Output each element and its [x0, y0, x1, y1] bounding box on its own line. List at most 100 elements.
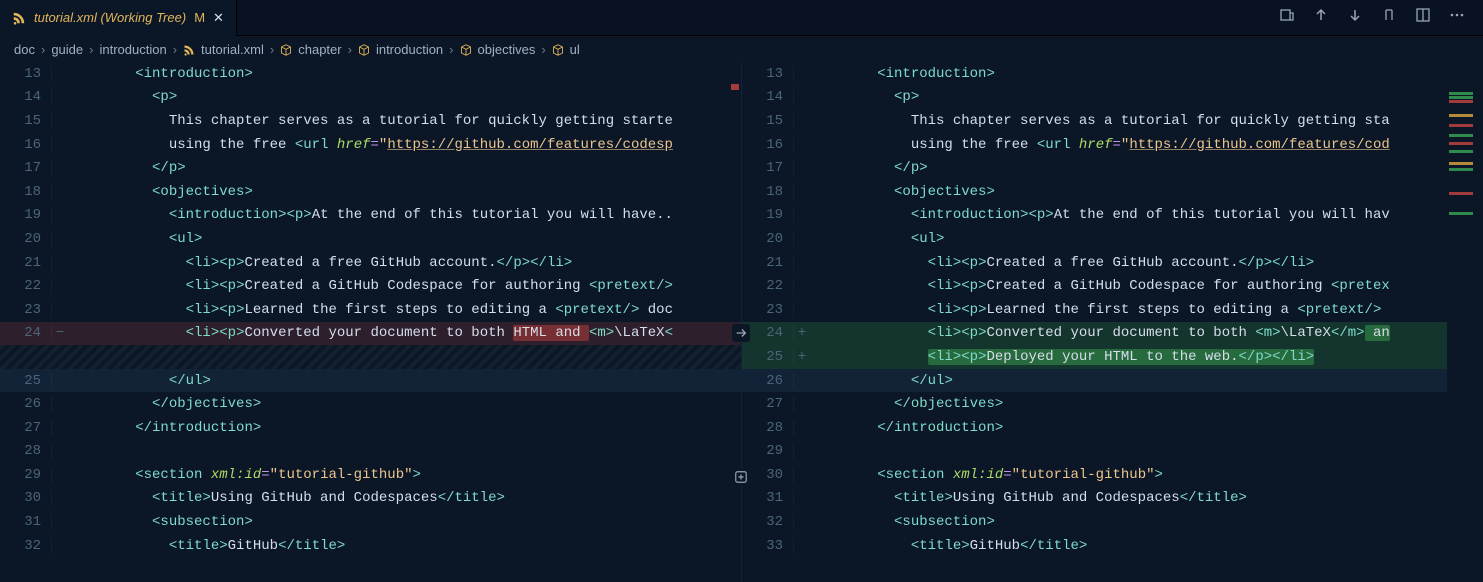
- code-line[interactable]: 28: [0, 440, 741, 464]
- code-line[interactable]: 26 </ul>: [742, 369, 1483, 393]
- code-content: <li><p>Converted your document to both H…: [68, 325, 741, 341]
- code-line[interactable]: 29: [742, 440, 1483, 464]
- code-content: </p>: [68, 160, 741, 176]
- code-content: <li><p>Learned the first steps to editin…: [68, 302, 741, 318]
- arrow-up-icon[interactable]: [1313, 7, 1329, 28]
- code-line[interactable]: [0, 345, 741, 369]
- line-number: 13: [0, 66, 52, 82]
- code-line[interactable]: 33 <title>GitHub</title>: [742, 534, 1483, 558]
- code-line[interactable]: 15 This chapter serves as a tutorial for…: [0, 109, 741, 133]
- code-line[interactable]: 25+ <li><p>Deployed your HTML to the web…: [742, 345, 1483, 369]
- code-line[interactable]: 21 <li><p>Created a free GitHub account.…: [0, 251, 741, 275]
- code-content: <p>: [68, 89, 741, 105]
- code-line[interactable]: 27 </introduction>: [0, 416, 741, 440]
- diff-pane-original[interactable]: 13 <introduction>14 <p>15 This chapter s…: [0, 62, 742, 582]
- code-line[interactable]: 29 <section xml:id="tutorial-github">: [0, 463, 741, 487]
- code-line[interactable]: 26 </objectives>: [0, 392, 741, 416]
- line-number: 17: [0, 160, 52, 176]
- chevron-right-icon: ›: [449, 42, 453, 57]
- split-editor-icon[interactable]: [1415, 7, 1431, 28]
- revert-arrow-icon[interactable]: [732, 324, 750, 342]
- diff-pane-modified[interactable]: 13 <introduction>14 <p>15 This chapter s…: [742, 62, 1483, 582]
- code-line[interactable]: 14 <p>: [0, 86, 741, 110]
- code-line[interactable]: 23 <li><p>Learned the first steps to edi…: [0, 298, 741, 322]
- code-line[interactable]: 17 </p>: [0, 156, 741, 180]
- code-line[interactable]: 23 <li><p>Learned the first steps to edi…: [742, 298, 1483, 322]
- code-line[interactable]: 16 using the free <url href="https://git…: [0, 133, 741, 157]
- code-content: <ul>: [68, 231, 741, 247]
- arrow-down-icon[interactable]: [1347, 7, 1363, 28]
- breadcrumb-item[interactable]: introduction: [99, 42, 166, 57]
- breadcrumb-item[interactable]: chapter: [298, 42, 341, 57]
- code-content: <li><p>Created a free GitHub account.</p…: [68, 255, 741, 271]
- whitespace-icon[interactable]: [1381, 7, 1397, 28]
- code-line[interactable]: 24− <li><p>Converted your document to bo…: [0, 322, 741, 346]
- code-content: [810, 443, 1483, 459]
- code-line[interactable]: 22 <li><p>Created a GitHub Codespace for…: [0, 274, 741, 298]
- collapse-plus-icon[interactable]: [732, 468, 750, 486]
- code-line[interactable]: 32 <title>GitHub</title>: [0, 534, 741, 558]
- line-number: 14: [0, 89, 52, 105]
- code-content: </introduction>: [810, 420, 1483, 436]
- code-line[interactable]: 20 <ul>: [742, 227, 1483, 251]
- code-line[interactable]: 13 <introduction>: [0, 62, 741, 86]
- line-number: 25: [742, 349, 794, 365]
- open-file-icon[interactable]: [1279, 7, 1295, 28]
- more-icon[interactable]: [1449, 7, 1465, 28]
- code-content: [68, 443, 741, 459]
- code-content: <introduction>: [810, 66, 1483, 82]
- code-content: <objectives>: [68, 184, 741, 200]
- minimap[interactable]: [1447, 62, 1483, 582]
- code-line[interactable]: 31 <title>Using GitHub and Codespaces</t…: [742, 487, 1483, 511]
- code-content: using the free <url href="https://github…: [810, 137, 1483, 153]
- editor-actions: [1279, 7, 1483, 28]
- code-line[interactable]: 25 </ul>: [0, 369, 741, 393]
- breadcrumb-item[interactable]: ul: [570, 42, 580, 57]
- code-line[interactable]: 18 <objectives>: [0, 180, 741, 204]
- line-number: 21: [0, 255, 52, 271]
- code-content: [68, 349, 741, 365]
- code-line[interactable]: 28 </introduction>: [742, 416, 1483, 440]
- code-line[interactable]: 30 <section xml:id="tutorial-github">: [742, 463, 1483, 487]
- code-line[interactable]: 31 <subsection>: [0, 510, 741, 534]
- symbol-icon: [358, 42, 370, 57]
- code-line[interactable]: 18 <objectives>: [742, 180, 1483, 204]
- code-line[interactable]: 24+ <li><p>Converted your document to bo…: [742, 322, 1483, 346]
- code-line[interactable]: 21 <li><p>Created a free GitHub account.…: [742, 251, 1483, 275]
- code-line[interactable]: 32 <subsection>: [742, 510, 1483, 534]
- file-icon: [12, 11, 26, 25]
- diff-editor: 13 <introduction>14 <p>15 This chapter s…: [0, 62, 1483, 582]
- code-content: <objectives>: [810, 184, 1483, 200]
- breadcrumb-item[interactable]: introduction: [376, 42, 443, 57]
- line-number: 18: [742, 184, 794, 200]
- code-line[interactable]: 13 <introduction>: [742, 62, 1483, 86]
- close-icon[interactable]: ✕: [213, 10, 224, 26]
- code-content: <li><p>Created a free GitHub account.</p…: [810, 255, 1483, 271]
- diff-marker: +: [794, 349, 810, 365]
- breadcrumb-item[interactable]: tutorial.xml: [201, 42, 264, 57]
- tab-active[interactable]: tutorial.xml (Working Tree) M ✕: [0, 0, 237, 36]
- code-line[interactable]: 16 using the free <url href="https://git…: [742, 133, 1483, 157]
- line-number: 15: [742, 113, 794, 129]
- breadcrumb-item[interactable]: doc: [14, 42, 35, 57]
- code-content: <li><p>Learned the first steps to editin…: [810, 302, 1483, 318]
- code-line[interactable]: 15 This chapter serves as a tutorial for…: [742, 109, 1483, 133]
- code-line[interactable]: 30 <title>Using GitHub and Codespaces</t…: [0, 487, 741, 511]
- line-number: 14: [742, 89, 794, 105]
- code-line[interactable]: 22 <li><p>Created a GitHub Codespace for…: [742, 274, 1483, 298]
- chevron-right-icon: ›: [270, 42, 274, 57]
- breadcrumb-item[interactable]: objectives: [478, 42, 536, 57]
- line-number: 30: [0, 490, 52, 506]
- line-number: 20: [742, 231, 794, 247]
- line-number: 26: [0, 396, 52, 412]
- code-line[interactable]: 19 <introduction><p>At the end of this t…: [742, 204, 1483, 228]
- code-line[interactable]: 19 <introduction><p>At the end of this t…: [0, 204, 741, 228]
- code-content: <title>Using GitHub and Codespaces</titl…: [810, 490, 1483, 506]
- code-line[interactable]: 17 </p>: [742, 156, 1483, 180]
- code-line[interactable]: 27 </objectives>: [742, 392, 1483, 416]
- breadcrumb-item[interactable]: guide: [51, 42, 83, 57]
- line-number: 20: [0, 231, 52, 247]
- line-number: 17: [742, 160, 794, 176]
- code-line[interactable]: 20 <ul>: [0, 227, 741, 251]
- code-line[interactable]: 14 <p>: [742, 86, 1483, 110]
